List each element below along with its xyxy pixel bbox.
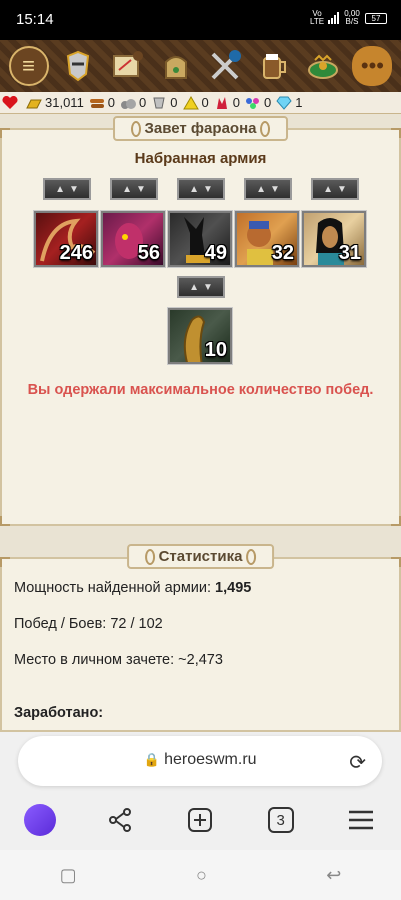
reorder-arrows-5[interactable]: ▲ ▼ bbox=[311, 178, 359, 200]
share-icon[interactable] bbox=[100, 800, 140, 840]
resource-mercury: 0 bbox=[151, 95, 178, 110]
reorder-arrows-1[interactable]: ▲ ▼ bbox=[43, 178, 91, 200]
earned-label: Заработано: bbox=[14, 705, 104, 721]
tabs-count: 3 bbox=[267, 807, 294, 833]
home-icon[interactable]: ○ bbox=[196, 865, 207, 886]
sulfur-value: 0 bbox=[201, 95, 209, 110]
game-navigation: ≡ ••• bbox=[0, 40, 401, 92]
volte-indicator: Vo LTE bbox=[310, 9, 325, 26]
tavern-icon[interactable] bbox=[254, 46, 294, 86]
system-navigation: ▢ ○ ↩ bbox=[0, 850, 401, 900]
recents-icon[interactable]: ▢ bbox=[60, 865, 77, 886]
reorder-arrows-6[interactable]: ▲ ▼ bbox=[177, 276, 225, 298]
unit-count: 246 bbox=[59, 242, 93, 264]
unit-count: 49 bbox=[204, 242, 227, 264]
map-icon[interactable] bbox=[107, 46, 147, 86]
roulette-icon[interactable] bbox=[303, 46, 343, 86]
inventory-icon[interactable] bbox=[156, 46, 196, 86]
signal-icon bbox=[328, 12, 339, 24]
gold-value: 31,011 bbox=[45, 95, 84, 110]
mercury-icon bbox=[151, 96, 167, 110]
resource-gold: 31,011 bbox=[26, 95, 84, 110]
gold-icon bbox=[26, 96, 42, 110]
unit-priestess[interactable]: 31 bbox=[301, 210, 367, 268]
diamond-value: 1 bbox=[295, 95, 303, 110]
reorder-arrows-4[interactable]: ▲ ▼ bbox=[244, 178, 292, 200]
unit-anubis[interactable]: 49 bbox=[167, 210, 233, 268]
chat-icon[interactable]: ••• bbox=[352, 46, 393, 86]
url-text[interactable]: 🔒 heroeswm.ru bbox=[18, 751, 382, 769]
unit-count: 56 bbox=[137, 242, 160, 264]
tabs-button[interactable]: 3 bbox=[261, 800, 301, 840]
address-bar[interactable]: 🔒 heroeswm.ru ⟳ bbox=[18, 736, 382, 786]
resource-sulfur: 0 bbox=[182, 95, 209, 110]
wood-value: 0 bbox=[107, 95, 116, 110]
new-tab-icon[interactable] bbox=[180, 800, 220, 840]
sulfur-icon bbox=[182, 95, 199, 110]
browser-toolbar: 3 bbox=[0, 796, 401, 844]
unit-count: 31 bbox=[338, 242, 361, 264]
gems-icon bbox=[245, 96, 261, 110]
clock: 15:14 bbox=[16, 11, 54, 28]
reorder-arrows-3[interactable]: ▲ ▼ bbox=[177, 178, 225, 200]
resource-crystal: 0 bbox=[214, 95, 240, 110]
army-title: Набранная армия bbox=[134, 150, 267, 167]
unit-demon[interactable]: 246 bbox=[33, 210, 99, 268]
back-icon[interactable]: ↩ bbox=[326, 865, 341, 886]
resource-gems: 0 bbox=[245, 95, 271, 110]
unit-count: 10 bbox=[204, 339, 227, 361]
heart-icon bbox=[2, 95, 18, 110]
browser-menu-icon[interactable] bbox=[341, 800, 381, 840]
unit-count: 32 bbox=[271, 242, 294, 264]
battles-icon[interactable] bbox=[205, 46, 245, 86]
data-rate: 0,00 B/S bbox=[344, 9, 360, 26]
crystal-icon bbox=[214, 96, 230, 110]
gems-value: 0 bbox=[263, 95, 272, 110]
reload-icon[interactable]: ⟳ bbox=[349, 750, 366, 775]
personal-rank: Место в личном зачете: ~2,473 bbox=[14, 652, 223, 668]
ore-value: 0 bbox=[139, 95, 147, 110]
battery-icon: 57 bbox=[365, 12, 387, 24]
unit-archer[interactable]: 32 bbox=[234, 210, 300, 268]
ore-icon bbox=[120, 96, 137, 110]
diamond-icon bbox=[276, 96, 292, 110]
reorder-arrows-2[interactable]: ▲ ▼ bbox=[110, 178, 158, 200]
status-icons: Vo LTE 0,00 B/S 57 bbox=[310, 10, 387, 26]
resource-ore: 0 bbox=[120, 95, 146, 110]
crystal-value: 0 bbox=[232, 95, 240, 110]
resource-health bbox=[2, 95, 21, 110]
wood-icon bbox=[89, 96, 105, 110]
panel-title: Завет фараона bbox=[112, 116, 289, 142]
status-bar: 15:14 Vo LTE 0,00 B/S 57 bbox=[0, 0, 401, 40]
lock-icon: 🔒 bbox=[143, 752, 160, 767]
army-power: Мощность найденной армии: 1,495 bbox=[14, 580, 252, 596]
unit-cobra[interactable]: 10 bbox=[167, 307, 233, 365]
resources-bar: 31,011 0 0 0 0 0 0 1 bbox=[0, 92, 401, 114]
character-icon[interactable] bbox=[58, 46, 98, 86]
alice-assistant-icon[interactable] bbox=[20, 800, 60, 840]
menu-icon[interactable]: ≡ bbox=[8, 46, 49, 86]
wins-battles: Побед / Боев: 72 / 102 bbox=[14, 616, 163, 632]
resource-wood: 0 bbox=[89, 95, 115, 110]
unit-imp[interactable]: 56 bbox=[100, 210, 166, 268]
mercury-value: 0 bbox=[170, 95, 178, 110]
statistics-title: Статистика bbox=[126, 544, 275, 570]
max-wins-message: Вы одержали максимальное количество побе… bbox=[27, 382, 374, 398]
resource-diamond: 1 bbox=[276, 95, 302, 110]
